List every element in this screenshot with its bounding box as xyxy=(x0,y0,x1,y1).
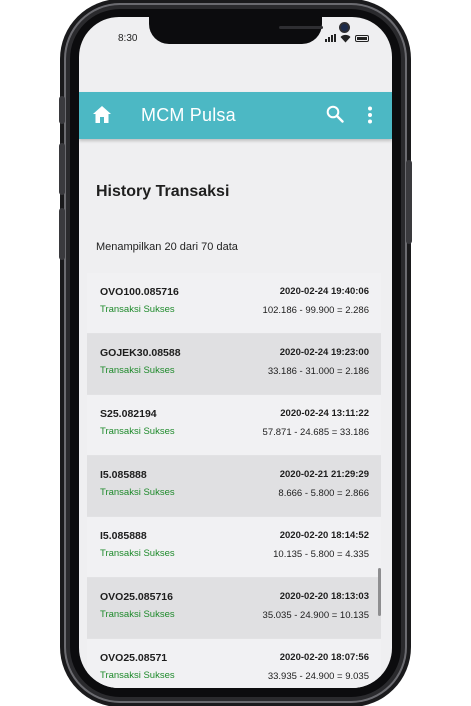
transaction-code: I5.085888 xyxy=(100,469,147,481)
transaction-balance: 57.871 - 24.685 = 33.186 xyxy=(262,427,369,438)
page-title: History Transaksi xyxy=(96,183,230,200)
transaction-code: OVO100.085716 xyxy=(100,286,179,298)
status-time: 8:30 xyxy=(118,33,138,44)
signal-icon xyxy=(325,34,336,42)
transaction-status: Transaksi Sukses xyxy=(100,609,175,620)
transaction-status: Transaksi Sukses xyxy=(100,487,175,498)
transaction-datetime: 2020-02-24 13:11:22 xyxy=(280,408,369,419)
transaction-datetime: 2020-02-24 19:40:06 xyxy=(279,286,369,297)
home-icon[interactable] xyxy=(93,106,111,123)
wifi-icon xyxy=(340,34,351,42)
transaction-row[interactable]: OVO25.085716 Transaksi Sukses 2020-02-20… xyxy=(87,578,381,639)
transaction-row[interactable]: OVO25.08571 Transaksi Sukses 2020-02-20 … xyxy=(87,639,381,688)
transaction-code: OVO25.08571 xyxy=(100,652,168,664)
transaction-datetime: 2020-02-20 18:13:03 xyxy=(279,591,369,602)
transaction-row[interactable]: S25.082194 Transaksi Sukses 2020-02-24 1… xyxy=(87,395,381,456)
transaction-datetime: 2020-02-21 21:29:29 xyxy=(279,469,369,480)
transaction-status: Transaksi Sukses xyxy=(100,365,175,376)
transaction-list: OVO100.085716 Transaksi Sukses 2020-02-2… xyxy=(87,273,381,688)
transaction-code: S25.082194 xyxy=(100,408,157,420)
more-vert-icon[interactable] xyxy=(367,106,373,124)
transaction-status: Transaksi Sukses xyxy=(100,304,175,315)
transaction-balance: 33.186 - 31.000 = 2.186 xyxy=(267,366,369,377)
transaction-datetime: 2020-02-20 18:07:56 xyxy=(279,652,369,663)
transaction-balance: 102.186 - 99.900 = 2.286 xyxy=(262,305,369,316)
transaction-code: OVO25.085716 xyxy=(100,591,173,603)
screen: 8:30 MCM Pulsa History Transaksi Menampi… xyxy=(79,17,392,688)
transaction-row[interactable]: I5.085888 Transaksi Sukses 2020-02-20 18… xyxy=(87,517,381,578)
device-mockup: 8:30 MCM Pulsa History Transaksi Menampi… xyxy=(0,0,471,706)
status-icons xyxy=(325,32,369,44)
speaker xyxy=(279,26,323,29)
transaction-balance: 33.935 - 24.900 = 9.035 xyxy=(267,671,369,682)
app-bar: MCM Pulsa xyxy=(79,92,392,139)
battery-icon xyxy=(355,34,369,42)
transaction-row[interactable]: I5.085888 Transaksi Sukses 2020-02-21 21… xyxy=(87,456,381,517)
transaction-balance: 35.035 - 24.900 = 10.135 xyxy=(262,610,369,621)
notch xyxy=(149,17,350,44)
transaction-code: GOJEK30.08588 xyxy=(100,347,181,359)
transaction-balance: 10.135 - 5.800 = 4.335 xyxy=(273,549,369,560)
transaction-status: Transaksi Sukses xyxy=(100,426,175,437)
transaction-status: Transaksi Sukses xyxy=(100,670,175,681)
transaction-row[interactable]: OVO100.085716 Transaksi Sukses 2020-02-2… xyxy=(87,273,381,334)
power-button xyxy=(406,160,412,244)
transaction-code: I5.085888 xyxy=(100,530,147,542)
mute-switch xyxy=(59,96,65,124)
volume-up-button xyxy=(59,143,65,195)
transaction-row[interactable]: GOJEK30.08588 Transaksi Sukses 2020-02-2… xyxy=(87,334,381,395)
scrollbar[interactable] xyxy=(378,568,381,616)
app-title: MCM Pulsa xyxy=(141,105,236,125)
transaction-datetime: 2020-02-24 19:23:00 xyxy=(279,347,369,358)
transaction-balance: 8.666 - 5.800 = 2.866 xyxy=(278,488,369,499)
volume-down-button xyxy=(59,208,65,260)
transaction-status: Transaksi Sukses xyxy=(100,548,175,559)
transaction-datetime: 2020-02-20 18:14:52 xyxy=(279,530,369,541)
search-icon[interactable] xyxy=(326,105,344,123)
result-summary: Menampilkan 20 dari 70 data xyxy=(96,241,238,253)
